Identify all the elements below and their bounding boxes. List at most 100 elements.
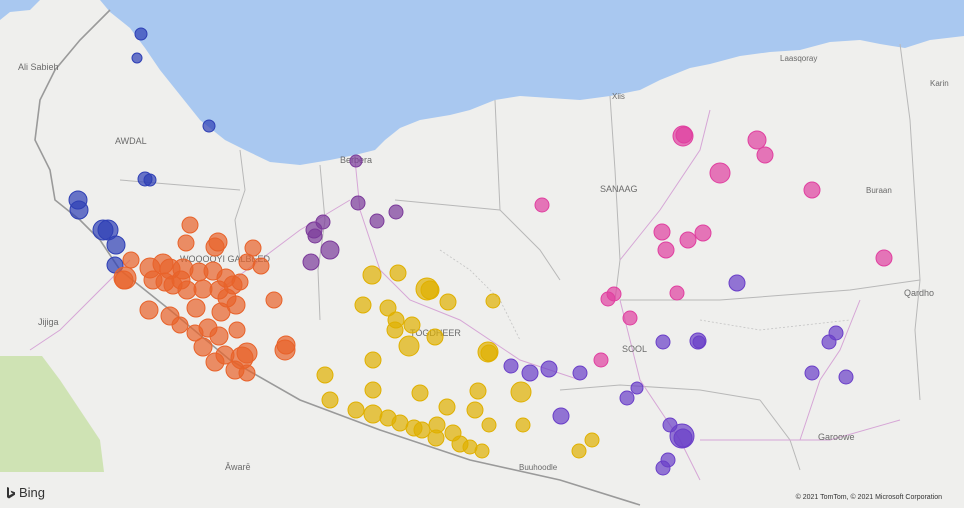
bubble-woqooyi-galbeed-31[interactable] [139, 300, 159, 320]
bubble-woqooyi-galbeed-36[interactable] [228, 321, 246, 339]
bubble-sool-4[interactable] [655, 334, 671, 350]
bubble-woqooyi-galbeed-24[interactable] [177, 280, 197, 300]
bubble-togdheer-40[interactable] [571, 443, 587, 459]
label-ali-sabieh: Ali Sabieh [18, 62, 59, 72]
bubble-berbera-3[interactable] [369, 213, 385, 229]
bubble-sanaag-6[interactable] [803, 181, 821, 199]
bubble-woqooyi-galbeed-25[interactable] [193, 279, 213, 299]
bubble-sanaag-10[interactable] [679, 231, 697, 249]
bubble-togdheer-37[interactable] [481, 417, 497, 433]
bubble-sanaag-7[interactable] [534, 197, 550, 213]
bubble-togdheer-2[interactable] [389, 264, 407, 282]
bubble-woqooyi-galbeed-38[interactable] [193, 337, 213, 357]
bubble-awdal-10[interactable] [106, 235, 126, 255]
bubble-berbera-8[interactable] [320, 240, 340, 260]
bubble-berbera-4[interactable] [388, 204, 404, 220]
bubble-sool-18[interactable] [673, 428, 693, 448]
bubble-sool-15[interactable] [552, 407, 570, 425]
label-awdal: AWDAL [115, 136, 147, 146]
bubble-awdal-7[interactable] [69, 200, 89, 220]
bubble-togdheer-6[interactable] [485, 293, 501, 309]
bubble-sanaag-12[interactable] [875, 249, 893, 267]
label-buraan: Buraan [866, 186, 892, 195]
bubble-togdheer-7[interactable] [354, 296, 372, 314]
label-sanaag: SANAAG [600, 184, 638, 194]
bubble-woqooyi-galbeed-33[interactable] [171, 316, 189, 334]
bubble-togdheer-11[interactable] [403, 316, 421, 334]
bubble-togdheer-17[interactable] [316, 366, 334, 384]
bubble-togdheer-4[interactable] [420, 280, 440, 300]
bubble-sool-10[interactable] [572, 365, 588, 381]
bubble-berbera-9[interactable] [302, 253, 320, 271]
bubble-woqooyi-galbeed-8[interactable] [122, 251, 140, 269]
bubble-sanaag-17[interactable] [593, 352, 609, 368]
bubble-togdheer-15[interactable] [480, 344, 498, 362]
bubble-sanaag-15[interactable] [669, 285, 685, 301]
bubble-berbera-7[interactable] [307, 228, 323, 244]
bubble-sool-9[interactable] [540, 360, 558, 378]
bubble-woqooyi-galbeed-29[interactable] [226, 295, 246, 315]
bubble-togdheer-38[interactable] [515, 417, 531, 433]
bubble-sanaag-5[interactable] [709, 162, 731, 184]
bubble-togdheer-31[interactable] [466, 401, 484, 419]
label-awaare: Āwarē [225, 462, 251, 472]
bubble-berbera-1[interactable] [349, 154, 363, 168]
bubble-woqooyi-galbeed-4[interactable] [208, 232, 228, 252]
bubble-awdal-1[interactable] [134, 27, 148, 41]
bubble-togdheer-32[interactable] [427, 429, 445, 447]
bubble-sool-13[interactable] [630, 381, 644, 395]
bubble-togdheer-23[interactable] [347, 401, 365, 419]
bubble-woqooyi-galbeed-2[interactable] [177, 234, 195, 252]
bubble-woqooyi-galbeed-1[interactable] [181, 216, 199, 234]
label-jijiga: Jijiga [38, 317, 59, 327]
bubble-sool-1[interactable] [728, 274, 746, 292]
bubble-togdheer-36[interactable] [474, 443, 490, 459]
bubble-togdheer-22[interactable] [321, 391, 339, 409]
bubble-sool-8[interactable] [521, 364, 539, 382]
bubble-togdheer-39[interactable] [584, 432, 600, 448]
bubble-togdheer-10[interactable] [387, 311, 405, 329]
bubble-togdheer-13[interactable] [398, 335, 420, 357]
bubble-woqooyi-galbeed-47[interactable] [276, 335, 296, 355]
bubble-togdheer-30[interactable] [438, 398, 456, 416]
bubble-togdheer-12[interactable] [426, 328, 444, 346]
bubble-togdheer-18[interactable] [364, 381, 382, 399]
bubble-awdal-3[interactable] [202, 119, 216, 133]
bubble-sool-12[interactable] [838, 369, 854, 385]
bubble-woqooyi-galbeed-45[interactable] [265, 291, 283, 309]
bubble-sanaag-9[interactable] [657, 241, 675, 259]
bubble-sool-3[interactable] [821, 334, 837, 350]
bubble-awdal-2[interactable] [131, 52, 143, 64]
bubble-woqooyi-galbeed-35[interactable] [209, 326, 229, 346]
bubble-awdal-5[interactable] [143, 173, 157, 187]
bubble-woqooyi-galbeed-20[interactable] [231, 273, 249, 291]
bubble-sool-6[interactable] [692, 335, 706, 349]
bubble-sanaag-3[interactable] [747, 130, 767, 150]
bubble-sanaag-8[interactable] [653, 223, 671, 241]
bubble-woqooyi-galbeed-6[interactable] [238, 253, 256, 271]
bubble-sanaag-4[interactable] [756, 146, 774, 164]
bubble-woqooyi-galbeed-44[interactable] [238, 364, 256, 382]
bubble-berbera-2[interactable] [350, 195, 366, 211]
bubble-togdheer-5[interactable] [439, 293, 457, 311]
bubble-woqooyi-galbeed-30[interactable] [186, 298, 206, 318]
bubble-sanaag-11[interactable] [694, 224, 712, 242]
bubble-togdheer-19[interactable] [411, 384, 429, 402]
bubble-togdheer-16[interactable] [364, 351, 382, 369]
bubble-sool-20[interactable] [655, 460, 671, 476]
bubble-sanaag-2[interactable] [675, 126, 693, 144]
map-canvas[interactable]: Ali Sabieh AWDAL Berbera WOQOOYI GALBEED… [0, 0, 964, 508]
bubble-togdheer-24[interactable] [363, 404, 383, 424]
bubble-togdheer-20[interactable] [469, 382, 487, 400]
bubble-sool-11[interactable] [804, 365, 820, 381]
bubble-sool-7[interactable] [503, 358, 519, 374]
bubble-togdheer-28[interactable] [413, 421, 431, 439]
bubble-togdheer-21[interactable] [510, 381, 532, 403]
bubble-sanaag-16[interactable] [622, 310, 638, 326]
bubble-woqooyi-galbeed-7[interactable] [252, 257, 270, 275]
bubble-sanaag-14[interactable] [600, 291, 616, 307]
bubble-woqooyi-galbeed-42[interactable] [236, 342, 258, 364]
bubble-sool-14[interactable] [619, 390, 635, 406]
bubble-togdheer-1[interactable] [362, 265, 382, 285]
bubble-woqooyi-galbeed-10[interactable] [114, 270, 134, 290]
